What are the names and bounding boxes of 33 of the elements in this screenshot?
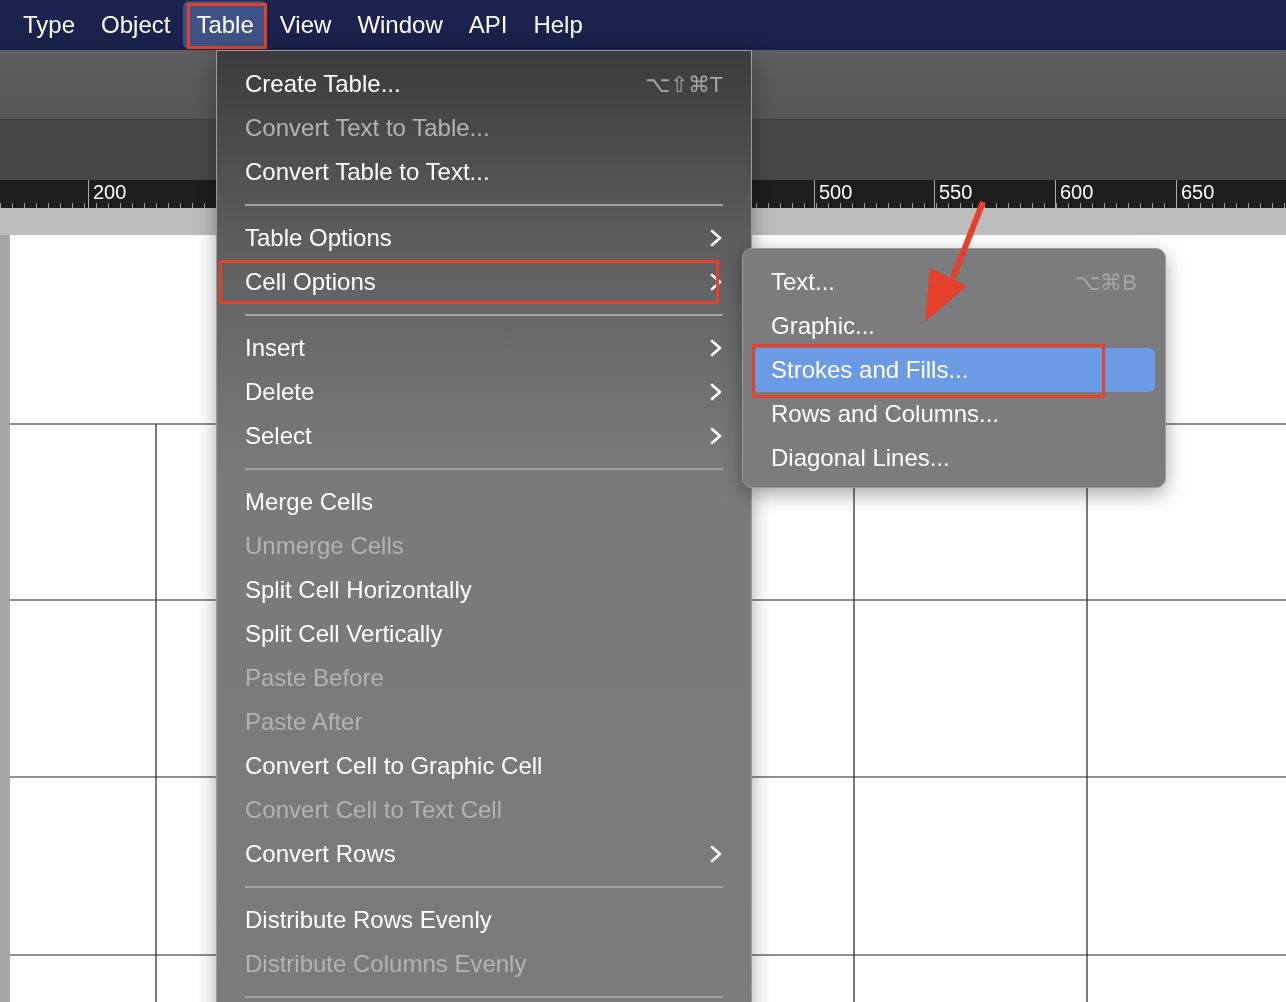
ruler-label: 650 xyxy=(1176,180,1215,208)
ruler-label: 550 xyxy=(934,180,973,208)
menu-item[interactable]: Convert Rows xyxy=(217,832,751,876)
chevron-right-icon xyxy=(709,229,723,247)
menu-bar-item[interactable]: View xyxy=(266,1,345,49)
menu-item[interactable]: Strokes and Fills... xyxy=(753,348,1155,392)
ruler-label: 500 xyxy=(814,180,853,208)
menu-bar-item[interactable]: Window xyxy=(344,1,456,49)
menu-item[interactable]: Create Table... ⌥⇧⌘T xyxy=(217,62,751,106)
menu-item[interactable]: Split Cell Vertically xyxy=(217,612,751,656)
menu-item[interactable]: Graphic... xyxy=(753,304,1155,348)
ruler-label: 600 xyxy=(1055,180,1094,208)
menu-item[interactable]: Diagonal Lines... xyxy=(753,436,1155,480)
menu-item[interactable]: Rows and Columns... xyxy=(753,392,1155,436)
menu-item[interactable]: Table Options xyxy=(217,216,751,260)
menu-item[interactable]: Cell Options xyxy=(218,260,735,304)
menu-bar-item[interactable]: Type xyxy=(10,1,89,49)
chevron-right-icon xyxy=(709,383,723,401)
chevron-right-icon xyxy=(709,845,723,863)
menu-item[interactable]: Distribute Rows Evenly xyxy=(217,898,751,942)
menu-bar-item[interactable]: Object xyxy=(88,1,184,49)
shortcut-label: ⌥⇧⌘T xyxy=(644,70,723,99)
menu-item[interactable]: Convert Table to Text... xyxy=(217,150,751,194)
menu-bar-item[interactable]: API xyxy=(455,1,521,49)
chevron-right-icon xyxy=(709,427,723,445)
ruler-label: 200 xyxy=(88,180,127,208)
menu-item[interactable]: Convert Cell to Graphic Cell xyxy=(217,744,751,788)
menu-item[interactable]: Merge Cells xyxy=(217,480,751,524)
chevron-right-icon xyxy=(709,339,723,357)
chevron-right-icon xyxy=(709,273,723,291)
menu-bar-item[interactable]: Help xyxy=(520,1,596,49)
menu-bar-item[interactable]: Table xyxy=(183,1,267,49)
menu-item[interactable]: Split Cell Horizontally xyxy=(217,568,751,612)
